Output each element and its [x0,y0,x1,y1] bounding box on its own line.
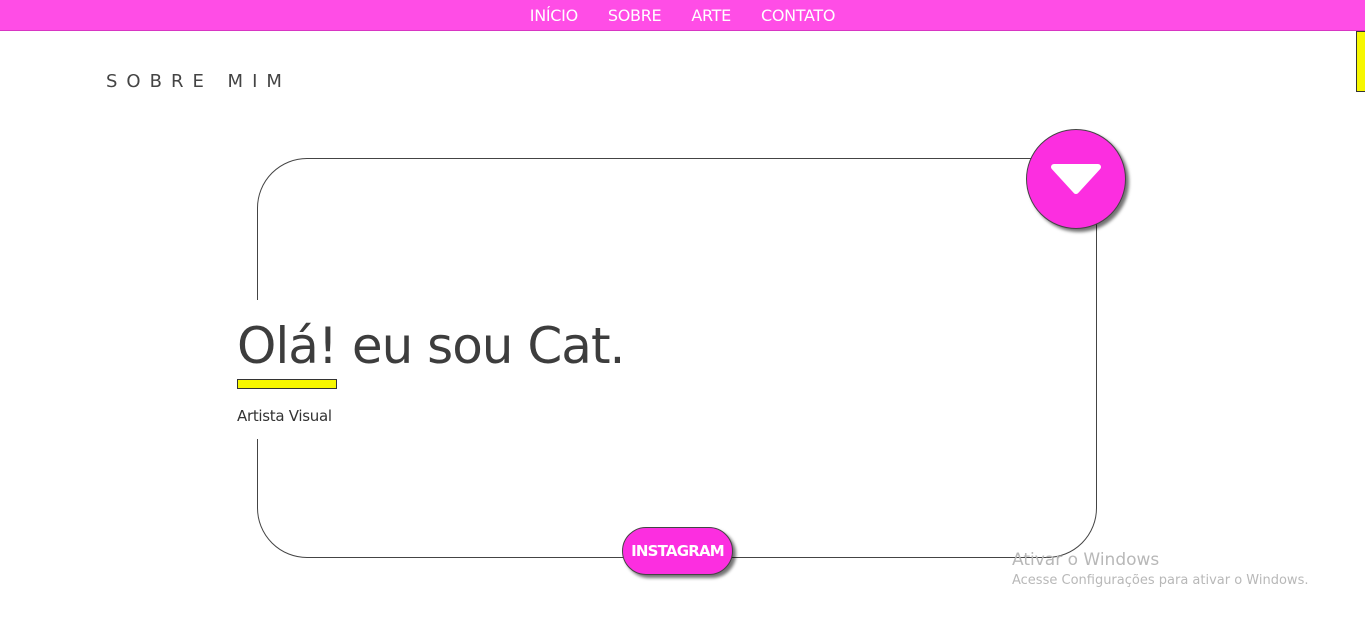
nav-item-sobre[interactable]: SOBRE [608,6,662,25]
greeting-title: Olá! eu sou Cat. [237,317,625,375]
section-heading: SOBRE MIM [106,71,291,92]
subtitle: Artista Visual [237,407,332,425]
scrollbar-thumb[interactable] [1356,31,1365,92]
card-intro: Olá! eu sou Cat. Artista Visual [237,300,625,439]
instagram-button[interactable]: INSTAGRAM [622,527,733,575]
chevron-down-icon [1051,164,1101,194]
page: INÍCIO SOBRE ARTE CONTATO SOBRE MIM Olá!… [0,0,1365,621]
watermark-subtitle: Acesse Configurações para ativar o Windo… [1012,573,1309,588]
top-navigation: INÍCIO SOBRE ARTE CONTATO [0,0,1365,31]
scroll-down-button[interactable] [1026,129,1126,229]
nav-item-arte[interactable]: ARTE [691,6,731,25]
watermark-title: Ativar o Windows [1012,550,1160,570]
windows-activation-watermark: Ativar o Windows Acesse Configurações pa… [1012,548,1308,590]
nav-item-inicio[interactable]: INÍCIO [530,6,578,25]
nav-item-contato[interactable]: CONTATO [761,6,836,25]
accent-underline [237,379,337,389]
